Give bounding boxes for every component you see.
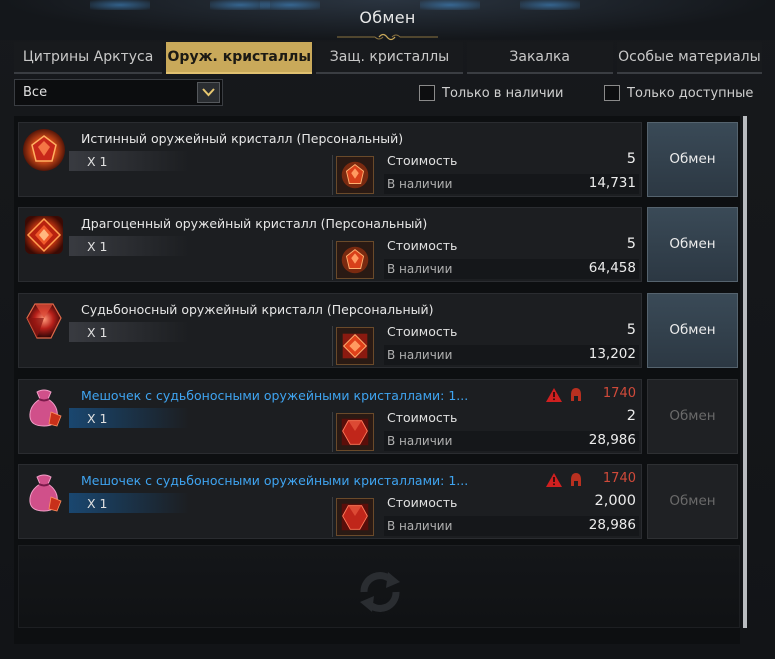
cost-label: Стоимость [387, 410, 458, 425]
exchange-button[interactable]: Обмен [647, 293, 738, 368]
in-stock-value: 64,458 [588, 260, 636, 276]
list-scrollbar[interactable] [743, 116, 747, 628]
tab-tempering[interactable]: Закалка [466, 42, 613, 74]
item-name: Истинный оружейный кристалл (Персональны… [81, 131, 404, 146]
exchange-button[interactable]: Обмен [647, 122, 738, 197]
only-available-filter[interactable]: Только доступные [604, 84, 753, 102]
tab-bar: Цитрины Арктуса Оруж. кристаллы Защ. кри… [14, 42, 762, 74]
list-item: Мешочек с судьбоносными оружейными крист… [18, 379, 642, 454]
item-quantity: X 1 [87, 325, 108, 340]
in-stock-value: 13,202 [588, 346, 636, 362]
warning-icon [546, 388, 562, 402]
list-item: Судьбоносный оружейный кристалл (Персона… [18, 293, 642, 368]
item-name: Драгоценный оружейный кристалл (Персонал… [81, 216, 428, 231]
tab-arctus-citrines[interactable]: Цитрины Арктуса [14, 42, 163, 74]
crystal-pouch-icon [29, 389, 62, 427]
red-crystal-cost-icon [336, 498, 374, 536]
true-weapon-crystal-icon [23, 129, 65, 171]
only-available-checkbox[interactable] [604, 85, 620, 101]
cost-label: Стоимость [387, 153, 458, 168]
only-in-stock-label: Только в наличии [442, 85, 564, 101]
item-quantity: X 1 [87, 411, 108, 426]
item-name: Судьбоносный оружейный кристалл (Персона… [81, 302, 434, 317]
crystal-cost-icon [336, 327, 374, 365]
cost-value: 2 [626, 408, 636, 424]
fateful-weapon-crystal-icon [26, 303, 62, 339]
title-bar: Обмен [0, 0, 775, 41]
exchange-button[interactable]: Обмен [647, 207, 738, 282]
item-level: 1740 [602, 471, 636, 486]
list-item: Драгоценный оружейный кристалл (Персонал… [18, 207, 642, 282]
in-stock-label: В наличии [387, 177, 453, 191]
window-title: Обмен [359, 8, 416, 27]
exchange-window: Обмен Цитрины Арктуса Оруж. кристаллы За… [0, 0, 775, 659]
cost-label: Стоимость [387, 324, 458, 339]
cost-label: Стоимость [387, 238, 458, 253]
cost-value: 5 [626, 236, 636, 252]
crystal-pouch-icon [29, 474, 62, 512]
in-stock-value: 28,986 [588, 432, 636, 448]
in-stock-label: В наличии [387, 348, 453, 362]
red-crystal-cost-icon [336, 413, 374, 451]
crystal-cost-icon [336, 156, 374, 194]
in-stock-label: В наличии [387, 262, 453, 276]
in-stock-value: 28,986 [588, 517, 636, 533]
helmet-icon [571, 388, 581, 401]
warning-icon [546, 473, 562, 487]
helmet-icon [571, 473, 581, 486]
only-in-stock-checkbox[interactable] [419, 85, 435, 101]
item-name[interactable]: Мешочек с судьбоносными оружейными крист… [81, 388, 468, 403]
chevron-down-icon[interactable] [197, 82, 220, 103]
list-item: Истинный оружейный кристалл (Персональны… [18, 122, 642, 197]
only-in-stock-filter[interactable]: Только в наличии [419, 84, 563, 102]
crystal-cost-icon [336, 241, 374, 279]
item-quantity: X 1 [87, 496, 108, 511]
cost-label: Стоимость [387, 495, 458, 510]
item-name[interactable]: Мешочек с судьбоносными оружейными крист… [81, 473, 468, 488]
item-quantity: X 1 [87, 239, 108, 254]
cost-value: 2,000 [594, 493, 636, 509]
cost-value: 5 [626, 322, 636, 338]
only-available-label: Только доступные [627, 85, 754, 101]
in-stock-value: 14,731 [588, 175, 636, 191]
tab-weapon-crystals[interactable]: Оруж. кристаллы [166, 42, 313, 74]
category-dropdown-value: Все [23, 85, 48, 100]
in-stock-label: В наличии [387, 519, 453, 533]
in-stock-label: В наличии [387, 434, 453, 448]
item-quantity: X 1 [87, 154, 108, 169]
category-dropdown[interactable]: Все [14, 79, 223, 106]
exchange-button[interactable]: Обмен [647, 464, 738, 539]
refresh-icon [360, 572, 400, 612]
cost-value: 5 [626, 151, 636, 167]
tab-armor-crystals[interactable]: Защ. кристаллы [316, 42, 463, 74]
tab-special-materials[interactable]: Особые материалы [616, 42, 762, 74]
item-level: 1740 [602, 386, 636, 401]
precious-weapon-crystal-icon [25, 216, 63, 254]
exchange-button[interactable]: Обмен [647, 379, 738, 454]
list-item: Мешочек с судьбоносными оружейными крист… [18, 464, 642, 539]
